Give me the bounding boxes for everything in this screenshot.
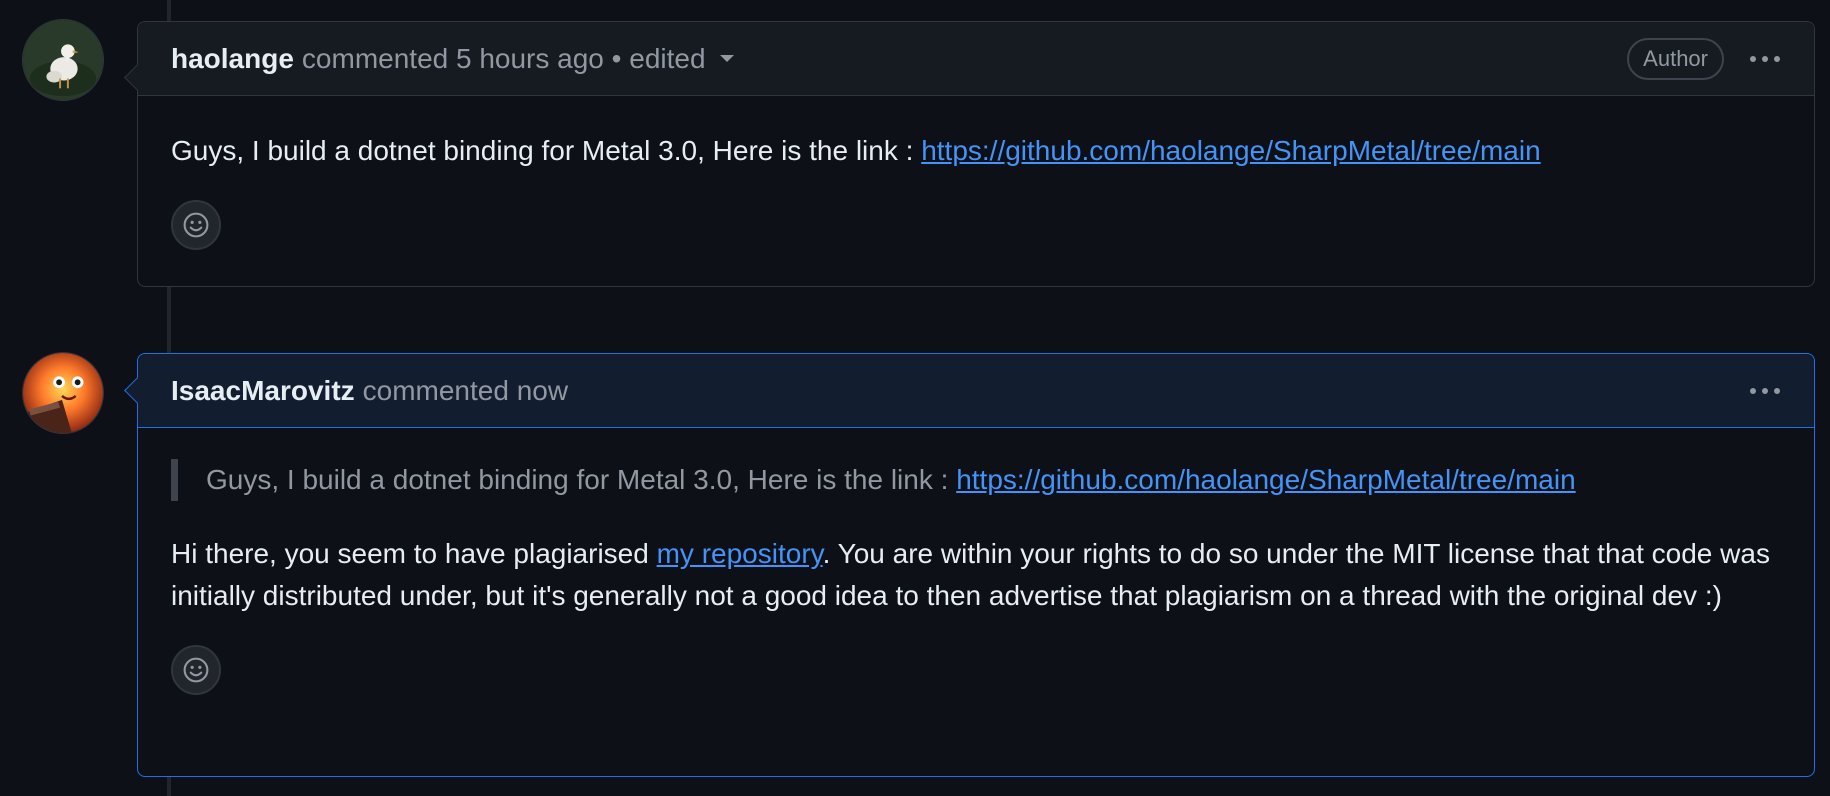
comment-body: Guys, I build a dotnet binding for Metal… (138, 96, 1814, 250)
comment-timestamp[interactable]: commented 5 hours ago • edited (302, 43, 706, 75)
comment-text: Guys, I build a dotnet binding for Metal… (171, 130, 1781, 172)
avatar-haolange[interactable] (22, 19, 104, 101)
issue-timeline: haolange commented 5 hours ago • edited … (0, 0, 1830, 796)
blockquote: Guys, I build a dotnet binding for Metal… (171, 459, 1781, 501)
quoted-sharpmetal-link[interactable]: https://github.com/haolange/SharpMetal/t… (956, 464, 1575, 495)
kebab-horizontal-icon[interactable] (1748, 50, 1782, 68)
comment-author[interactable]: IsaacMarovitz (171, 375, 355, 407)
add-reaction-button[interactable] (171, 200, 221, 250)
sharpmetal-link[interactable]: https://github.com/haolange/SharpMetal/t… (921, 135, 1540, 166)
comment-card: haolange commented 5 hours ago • edited … (124, 21, 1815, 287)
comment-body: Guys, I build a dotnet binding for Metal… (138, 428, 1814, 695)
comment-header: IsaacMarovitz commented now (138, 354, 1814, 428)
avatar-isaacmarovitz[interactable] (22, 352, 104, 434)
comment-header: haolange commented 5 hours ago • edited … (138, 22, 1814, 96)
smiley-icon (183, 212, 209, 238)
author-badge: Author (1627, 37, 1724, 80)
comment-text-content: Guys, I build a dotnet binding for Metal… (171, 135, 922, 166)
comment-text-before: Hi there, you seem to have plagiarised (171, 538, 657, 569)
add-reaction-button[interactable] (171, 645, 221, 695)
kebab-horizontal-icon[interactable] (1748, 382, 1782, 400)
smiley-icon (183, 657, 209, 683)
quote-text: Guys, I build a dotnet binding for Metal… (206, 464, 957, 495)
comment-author[interactable]: haolange (171, 43, 294, 75)
comment-text: Hi there, you seem to have plagiarised m… (171, 533, 1781, 617)
comment-timestamp[interactable]: commented now (363, 375, 568, 407)
my-repository-link[interactable]: my repository (657, 538, 823, 569)
triangle-down-icon[interactable] (719, 55, 734, 62)
comment-card: IsaacMarovitz commented now Guys, I buil… (124, 353, 1815, 777)
